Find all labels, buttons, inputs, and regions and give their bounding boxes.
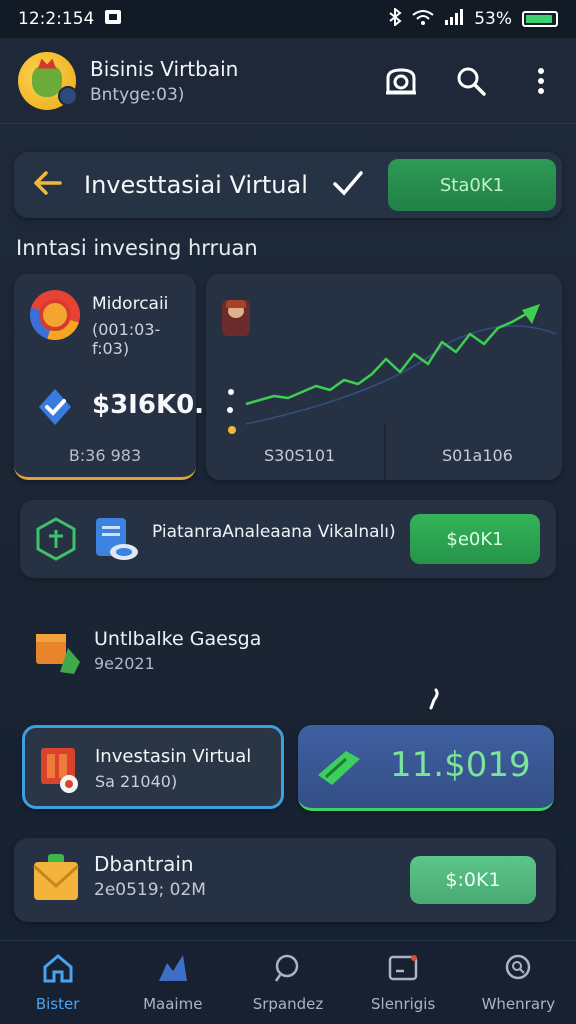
nav-search[interactable]: Srpandez <box>233 953 343 1013</box>
nav-home-label: Bister <box>35 994 80 1013</box>
nav-library-label: Whenrary <box>481 994 556 1013</box>
calendar-icon <box>39 744 85 798</box>
signal-icon <box>444 8 464 30</box>
search-icon[interactable] <box>454 64 488 98</box>
dashboard-title: Dbantrain <box>94 852 194 876</box>
hexagon-plus-icon <box>34 516 78 566</box>
bottom-nav: Bister Maaime Srpandez Slenrigis Whenrar… <box>0 940 576 1024</box>
shield-check-icon <box>34 386 76 432</box>
wifi-icon <box>412 9 434 30</box>
search-icon <box>272 953 304 987</box>
dashboard-button[interactable]: $:0K1 <box>410 856 536 904</box>
app-bar: Bisinis Virtbain Bntyge:03) <box>0 38 576 124</box>
nav-settings-label: Slenrigis <box>371 994 436 1013</box>
virtual-investment-title: Investasin Virtual <box>95 746 252 767</box>
list-item-title: Untlbalke Gaesga <box>94 628 262 650</box>
money-icon <box>316 749 364 791</box>
notification-icon <box>104 9 122 30</box>
back-arrow-icon[interactable] <box>32 170 62 200</box>
checkmark-icon[interactable] <box>332 169 364 201</box>
stat-card-subtitle: (001:03-f:03) <box>92 320 161 358</box>
chart-card[interactable]: S30S101 S01a106 <box>206 274 562 480</box>
stat-card-value: $3I6K0. <box>92 390 205 420</box>
total-value-card[interactable]: 11.$019 <box>298 725 554 811</box>
page-header: Investtasiai Virtual Sta0K1 <box>14 152 562 218</box>
nav-home[interactable]: Bister <box>3 953 113 1013</box>
dashboard-subtitle: 2e0519; 02M <box>94 880 206 900</box>
brand-logo-icon <box>30 290 80 340</box>
battery-icon <box>522 11 558 27</box>
analysis-row[interactable]: PiatanraAnaleaana Vikalnalı) $e0K1 <box>20 500 556 578</box>
start-button[interactable]: Sta0K1 <box>388 159 556 211</box>
nav-settings[interactable]: Slenrigis <box>348 953 458 1013</box>
more-options-icon[interactable] <box>524 64 558 98</box>
home-icon <box>42 953 74 987</box>
stat-card-footer: B:36 983 <box>68 446 142 465</box>
section-label: Inntasi invesing hrruan <box>16 236 258 260</box>
nav-market[interactable]: Maaime <box>118 953 228 1013</box>
camera-icon[interactable] <box>384 64 418 98</box>
nav-search-label: Srpandez <box>252 994 324 1013</box>
list-item[interactable]: Untlbalke Gaesga 9e2021 <box>34 622 434 682</box>
magnify-icon <box>502 953 534 987</box>
divider <box>384 424 386 480</box>
nav-library[interactable]: Whenrary <box>463 953 573 1013</box>
chart-icon <box>157 953 189 987</box>
gift-box-icon <box>34 626 82 680</box>
mail-bag-icon <box>32 852 80 908</box>
sparkle-icon <box>224 386 238 442</box>
page-title: Investtasiai Virtual <box>84 171 308 199</box>
app-subtitle: Bntyge:03) <box>90 84 185 105</box>
document-icon <box>92 514 140 568</box>
chart-footer-left: S30S101 <box>264 446 336 465</box>
virtual-investment-subtitle: Sa 21040) <box>95 772 178 791</box>
stat-card[interactable]: Midorcaii (001:03-f:03) $3I6K0. B:36 983 <box>14 274 204 480</box>
virtual-investment-card[interactable]: Investasin Virtual Sa 21040) <box>22 725 284 809</box>
status-bar: 12:2:154 53% <box>0 0 576 38</box>
status-time: 12:2:154 <box>18 9 95 29</box>
avatar[interactable] <box>18 51 78 110</box>
app-title: Bisinis Virtbain <box>90 56 239 81</box>
bluetooth-icon <box>388 6 402 31</box>
list-item-subtitle: 9e2021 <box>94 654 155 673</box>
analysis-start-button[interactable]: $e0K1 <box>410 514 540 564</box>
nav-market-label: Maaime <box>143 994 203 1013</box>
battery-percent: 53% <box>474 9 512 29</box>
chart-footer-right: S01a106 <box>442 446 513 465</box>
stat-card-title: Midorcaii <box>92 294 169 314</box>
analysis-row-label: PiatanraAnaleaana Vikalnalı) <box>152 522 396 542</box>
pointer-cursor-icon <box>428 688 440 716</box>
chart-series-line <box>245 312 527 406</box>
notification-icon <box>387 953 419 987</box>
dashboard-row[interactable]: Dbantrain 2e0519; 02M $:0K1 <box>14 838 556 922</box>
total-value: 11.$019 <box>390 745 531 785</box>
